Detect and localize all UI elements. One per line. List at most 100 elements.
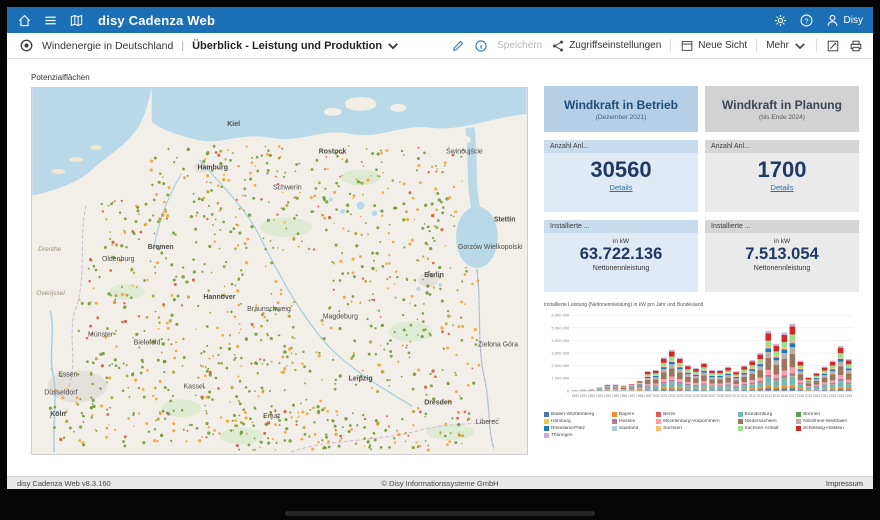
legend-item: Niedersachsen (737, 418, 791, 424)
svg-text:2024: 2024 (845, 394, 852, 398)
share-icon (551, 39, 565, 53)
svg-text:Drenthe: Drenthe (38, 246, 61, 253)
operating-installed-caption: Nettonennleistung (592, 264, 650, 272)
app-header: disy Cadenza Web ? Disy (7, 7, 873, 33)
svg-text:2007: 2007 (708, 394, 715, 398)
legend-item: Mecklenburg-Vorpommern (656, 418, 731, 424)
legend-label: Thüringen (551, 432, 573, 438)
svg-text:2021: 2021 (821, 394, 828, 398)
workbook-title[interactable]: Windenergie in Deutschland (42, 40, 173, 52)
svg-text:Overijssel: Overijssel (36, 290, 65, 297)
workbook-map-icon[interactable] (69, 13, 84, 28)
new-view-button[interactable]: Neue Sicht (680, 39, 747, 53)
svg-text:Dresden: Dresden (424, 399, 452, 406)
planned-subtitle: (bis Ende 2024) (759, 113, 805, 121)
legend-item: Schleswig-Holstein (796, 425, 859, 431)
menu-icon[interactable] (43, 13, 58, 28)
svg-text:2003: 2003 (676, 394, 683, 398)
svg-text:Bremen: Bremen (148, 244, 174, 251)
svg-text:Kiel: Kiel (227, 121, 240, 128)
version-text: disy Cadenza Web v8.3.160 (17, 478, 111, 488)
user-name: Disy (843, 14, 863, 26)
toolbar-divider (756, 39, 758, 52)
new-view-label: Neue Sicht (698, 40, 748, 51)
svg-text:1992: 1992 (588, 394, 595, 398)
card-planned-installed: Installierte ... in kW 7.513.054 Nettone… (705, 220, 859, 292)
svg-text:2005: 2005 (692, 394, 699, 398)
planned-count-value: 1700 (757, 157, 807, 182)
legend-label: Rheinland-Pfalz (551, 425, 585, 431)
legend-item: Sachsen (656, 425, 731, 431)
card-operating-title: Windkraft in Betrieb (Dezember 2021) (544, 86, 698, 132)
edit-pencil-icon[interactable] (451, 39, 465, 53)
print-icon[interactable] (849, 39, 863, 53)
svg-text:Kassel: Kassel (184, 383, 205, 390)
svg-text:2008: 2008 (716, 394, 723, 398)
operating-installed-label: Installierte ... (544, 220, 698, 233)
svg-text:Köln: Köln (50, 411, 65, 418)
svg-text:Braunschweig: Braunschweig (247, 306, 291, 313)
legend-label: Bremen (803, 411, 821, 417)
svg-text:Świnoujście: Świnoujście (446, 147, 483, 156)
more-button[interactable]: Mehr (766, 39, 807, 53)
svg-text:Hannover: Hannover (203, 294, 235, 301)
legend-label: Bayern (619, 411, 635, 417)
svg-text:2009: 2009 (724, 394, 731, 398)
operating-details-link[interactable]: Details (544, 183, 698, 192)
view-selector[interactable]: Überblick - Leistung und Produktion (192, 39, 400, 53)
planned-installed-caption: Nettonennleistung (753, 264, 811, 272)
map-canvas[interactable]: Kiel Rostock Świnoujście Hamburg Schwerin Ste… (32, 88, 527, 454)
chevron-down-icon (793, 39, 807, 53)
svg-text:Stettin: Stettin (494, 216, 516, 223)
user-icon (825, 13, 840, 28)
count-card-row: Anzahl Anl... 30560 Details Anzahl Anl..… (544, 140, 859, 212)
legend-label: Brandenburg (744, 411, 773, 417)
edit-sketch-icon[interactable] (826, 39, 840, 53)
more-label: Mehr (766, 40, 789, 51)
svg-text:Essen: Essen (58, 371, 77, 378)
svg-text:?: ? (804, 16, 808, 25)
legend-swatch (612, 425, 618, 431)
toolbar-actions: Speichern Zugriffseinstellungen Neue Sic… (451, 39, 863, 53)
svg-text:2017: 2017 (789, 394, 796, 398)
svg-text:1993: 1993 (596, 394, 603, 398)
app-title: disy Cadenza Web (98, 12, 216, 28)
toolbar-divider (670, 39, 672, 52)
info-circle-icon[interactable] (474, 39, 488, 53)
copyright-text: © Disy Informationssysteme GmbH (381, 478, 499, 488)
svg-text:1999: 1999 (644, 394, 651, 398)
svg-text:2011: 2011 (741, 394, 748, 398)
help-icon[interactable]: ? (799, 13, 814, 28)
legend-swatch (656, 418, 662, 424)
card-operating-installed: Installierte ... in kW 63.722.136 Netton… (544, 220, 698, 292)
legend-swatch (544, 432, 549, 438)
legend-item: Berlin (656, 411, 731, 417)
home-icon[interactable] (17, 13, 32, 28)
svg-text:2018: 2018 (797, 394, 804, 398)
svg-text:1991: 1991 (580, 394, 587, 398)
svg-text:4.000.000: 4.000.000 (552, 338, 570, 343)
legend-label: Baden-Württemberg (551, 411, 595, 417)
svg-text:2013: 2013 (757, 394, 764, 398)
save-button[interactable]: Speichern (497, 40, 542, 51)
settings-gear-icon[interactable] (773, 13, 788, 28)
access-settings-button[interactable]: Zugriffseinstellungen (551, 39, 661, 53)
legend-label: Sachsen (663, 425, 682, 431)
user-menu[interactable]: Disy (825, 13, 863, 28)
svg-text:Leipzig: Leipzig (349, 375, 373, 382)
legend-label: Hessen (619, 418, 636, 424)
planned-details-link[interactable]: Details (705, 183, 859, 192)
access-settings-label: Zugriffseinstellungen (569, 40, 662, 51)
capacity-chart[interactable]: Installierte Leistung (Nettonennleistung… (544, 302, 859, 438)
svg-text:1997: 1997 (628, 394, 635, 398)
legend-swatch (612, 411, 618, 417)
imprint-link[interactable]: Impressum (826, 479, 863, 488)
map[interactable]: Kiel Rostock Świnoujście Hamburg Schwerin Ste… (31, 87, 528, 455)
svg-text:2016: 2016 (781, 394, 788, 398)
navigator-target-icon[interactable] (19, 38, 34, 53)
planned-installed-label: Installierte ... (705, 220, 859, 233)
map-section: Potenzialflächen Kiel Rostock Świnoujści… (31, 63, 528, 476)
status-bar: disy Cadenza Web v8.3.160 © Disy Informa… (7, 476, 873, 489)
legend-item: Thüringen (544, 432, 606, 438)
dashboard-panel: Windkraft in Betrieb (Dezember 2021) Win… (544, 63, 859, 476)
